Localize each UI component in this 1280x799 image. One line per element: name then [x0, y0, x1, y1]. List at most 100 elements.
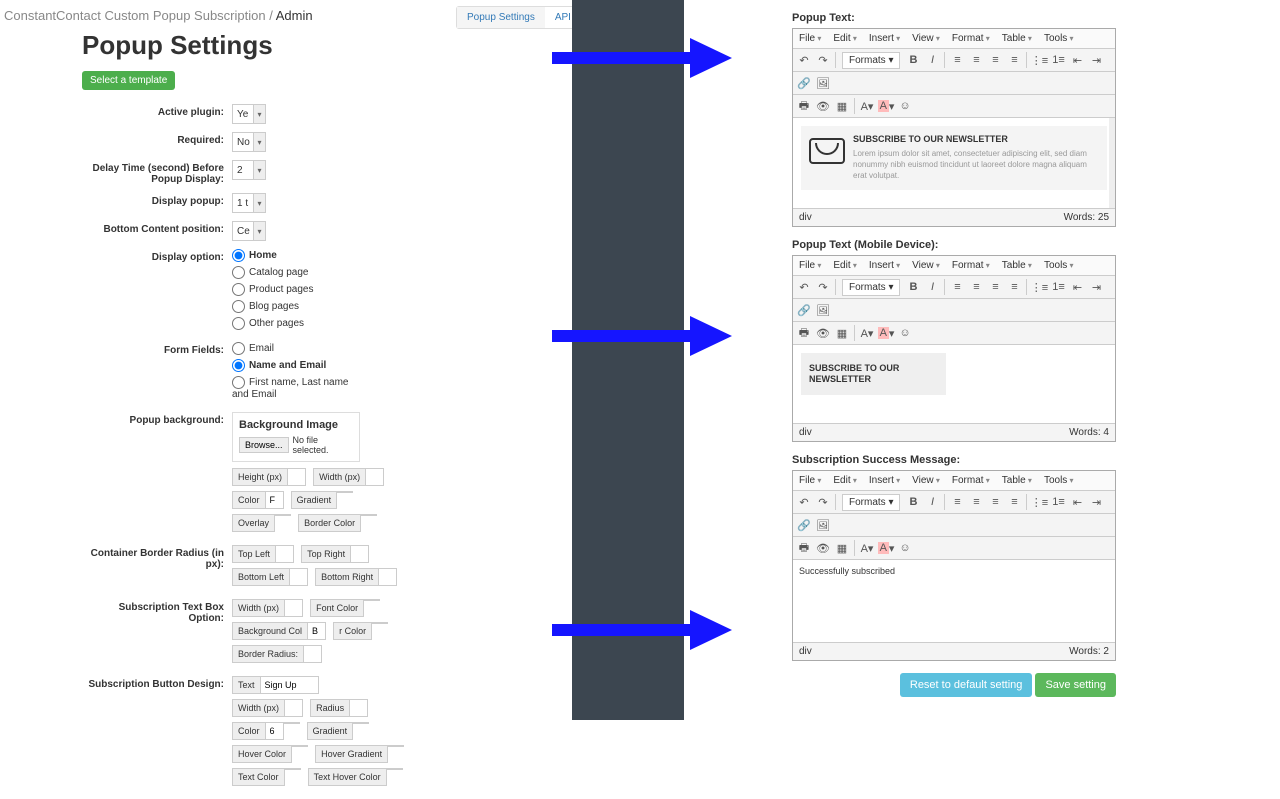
formats-dropdown[interactable]: Formats ▾ — [842, 279, 900, 296]
btn-text-hover-swatch[interactable] — [387, 768, 403, 770]
undo-icon[interactable]: ↶ — [795, 51, 813, 69]
radio-product[interactable] — [232, 283, 245, 296]
textbox-width[interactable] — [285, 599, 303, 617]
font-color-swatch[interactable] — [364, 599, 380, 601]
menu-format[interactable]: Format — [946, 256, 996, 275]
emoji-icon[interactable]: ☺ — [896, 539, 914, 557]
print-icon[interactable]: 🖶 — [795, 324, 813, 342]
align-justify-icon[interactable]: ≡ — [1005, 278, 1023, 296]
menu-table[interactable]: Table — [996, 256, 1038, 275]
btn-radius[interactable] — [350, 699, 368, 717]
textbox-radius[interactable] — [304, 645, 322, 663]
align-right-icon[interactable]: ≡ — [986, 493, 1004, 511]
radio-other[interactable] — [232, 317, 245, 330]
print-icon[interactable]: 🖶 — [795, 97, 813, 115]
text-color-icon[interactable]: A▾ — [858, 539, 876, 557]
menu-edit[interactable]: Edit — [827, 29, 862, 48]
text-color-icon[interactable]: A▾ — [858, 324, 876, 342]
align-left-icon[interactable]: ≡ — [948, 278, 966, 296]
align-center-icon[interactable]: ≡ — [967, 493, 985, 511]
select-delay[interactable]: 2▾ — [232, 160, 266, 180]
number-list-icon[interactable]: 1≡ — [1049, 51, 1067, 69]
menu-insert[interactable]: Insert — [863, 256, 906, 275]
formats-dropdown[interactable]: Formats ▾ — [842, 52, 900, 69]
bg-color-icon[interactable]: A▾ — [877, 324, 895, 342]
radio-blog[interactable] — [232, 300, 245, 313]
bold-icon[interactable]: B — [904, 278, 922, 296]
undo-icon[interactable]: ↶ — [795, 493, 813, 511]
number-list-icon[interactable]: 1≡ — [1049, 278, 1067, 296]
image-icon[interactable]: 🖼 — [814, 516, 832, 534]
align-left-icon[interactable]: ≡ — [948, 51, 966, 69]
btn-gradient-swatch[interactable] — [353, 722, 369, 724]
scrollbar[interactable] — [1109, 118, 1115, 208]
link-icon[interactable]: 🔗 — [795, 516, 813, 534]
menu-format[interactable]: Format — [946, 29, 996, 48]
overlay-swatch[interactable] — [275, 514, 291, 516]
bullet-list-icon[interactable]: ⋮≡ — [1030, 51, 1048, 69]
radio-home[interactable] — [232, 249, 245, 262]
width-input[interactable] — [366, 468, 384, 486]
menu-format[interactable]: Format — [946, 471, 996, 490]
menu-table[interactable]: Table — [996, 29, 1038, 48]
align-center-icon[interactable]: ≡ — [967, 278, 985, 296]
indent-icon[interactable]: ⇥ — [1087, 278, 1105, 296]
redo-icon[interactable]: ↷ — [814, 51, 832, 69]
menu-view[interactable]: View — [906, 29, 946, 48]
radio-catalog[interactable] — [232, 266, 245, 279]
code-icon[interactable]: ▦ — [833, 539, 851, 557]
btn-color[interactable] — [266, 722, 284, 740]
select-active-plugin[interactable]: Ye▾ — [232, 104, 266, 124]
reset-button[interactable]: Reset to default setting — [900, 673, 1033, 697]
bg-color-input[interactable] — [266, 491, 284, 509]
textbox-border-swatch[interactable] — [372, 622, 388, 624]
menu-insert[interactable]: Insert — [863, 471, 906, 490]
height-input[interactable] — [288, 468, 306, 486]
btn-width[interactable] — [285, 699, 303, 717]
editor-content[interactable]: Successfully subscribed — [793, 560, 1115, 642]
code-icon[interactable]: ▦ — [833, 324, 851, 342]
menu-file[interactable]: File — [793, 29, 827, 48]
btn-hover-swatch[interactable] — [292, 745, 308, 747]
outdent-icon[interactable]: ⇤ — [1068, 51, 1086, 69]
bg-color-icon[interactable]: A▾ — [877, 97, 895, 115]
formats-dropdown[interactable]: Formats ▾ — [842, 494, 900, 511]
preview-icon[interactable]: 👁 — [814, 324, 832, 342]
select-bottom-content[interactable]: Ce▾ — [232, 221, 266, 241]
menu-edit[interactable]: Edit — [827, 471, 862, 490]
align-justify-icon[interactable]: ≡ — [1005, 51, 1023, 69]
menu-file[interactable]: File — [793, 471, 827, 490]
italic-icon[interactable]: I — [923, 51, 941, 69]
align-left-icon[interactable]: ≡ — [948, 493, 966, 511]
text-color-icon[interactable]: A▾ — [858, 97, 876, 115]
chevron-down-icon[interactable]: ▾ — [254, 132, 266, 152]
bold-icon[interactable]: B — [904, 493, 922, 511]
select-display-popup[interactable]: 1 t▾ — [232, 193, 266, 213]
menu-edit[interactable]: Edit — [827, 256, 862, 275]
radius-tl[interactable] — [276, 545, 294, 563]
chevron-down-icon[interactable]: ▾ — [254, 160, 266, 180]
redo-icon[interactable]: ↷ — [814, 493, 832, 511]
select-required[interactable]: No▾ — [232, 132, 266, 152]
radio-email[interactable] — [232, 342, 245, 355]
menu-table[interactable]: Table — [996, 471, 1038, 490]
gradient-swatch[interactable] — [337, 491, 353, 493]
redo-icon[interactable]: ↷ — [814, 278, 832, 296]
outdent-icon[interactable]: ⇤ — [1068, 278, 1086, 296]
emoji-icon[interactable]: ☺ — [896, 97, 914, 115]
radio-name-email[interactable] — [232, 359, 245, 372]
preview-icon[interactable]: 👁 — [814, 539, 832, 557]
undo-icon[interactable]: ↶ — [795, 278, 813, 296]
btn-text-color-swatch[interactable] — [285, 768, 301, 770]
indent-icon[interactable]: ⇥ — [1087, 493, 1105, 511]
align-right-icon[interactable]: ≡ — [986, 51, 1004, 69]
btn-hover-gradient-swatch[interactable] — [388, 745, 404, 747]
chevron-down-icon[interactable]: ▾ — [254, 104, 266, 124]
link-icon[interactable]: 🔗 — [795, 301, 813, 319]
bullet-list-icon[interactable]: ⋮≡ — [1030, 493, 1048, 511]
code-icon[interactable]: ▦ — [833, 97, 851, 115]
number-list-icon[interactable]: 1≡ — [1049, 493, 1067, 511]
bg-color-icon[interactable]: A▾ — [877, 539, 895, 557]
menu-insert[interactable]: Insert — [863, 29, 906, 48]
image-icon[interactable]: 🖼 — [814, 301, 832, 319]
